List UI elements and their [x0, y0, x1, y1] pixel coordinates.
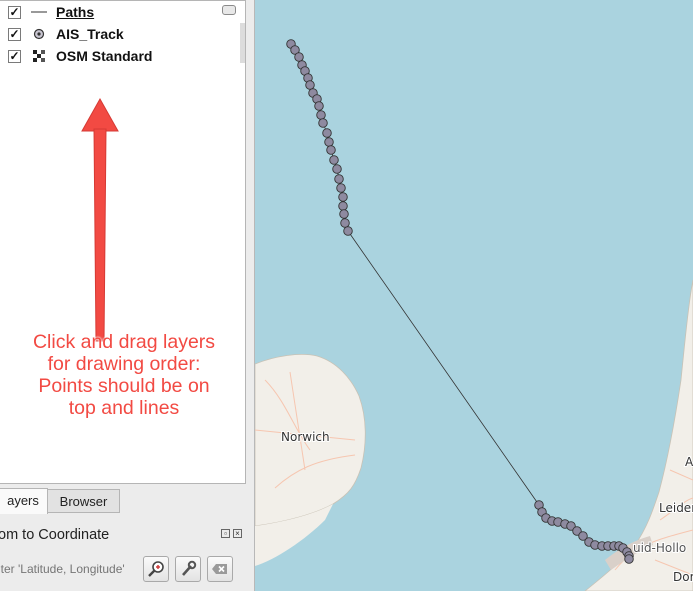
ais-track-point	[339, 209, 349, 219]
label-norwich: Norwich	[281, 430, 330, 444]
label-zuid-holland: uid-Hollo	[633, 541, 686, 555]
layer-name-paths: Paths	[56, 4, 95, 20]
layer-tree[interactable]: ✓ Paths ✓ AIS_Track ✓ OSM Standard Click…	[0, 0, 246, 484]
wrench-icon	[182, 560, 197, 576]
zoom-to-coordinate-header: om to Coordinate ▫ ×	[0, 524, 246, 546]
ais-track-point	[624, 554, 634, 564]
up-arrow-icon	[81, 97, 119, 342]
layers-panel: ✓ Paths ✓ AIS_Track ✓ OSM Standard Click…	[0, 0, 255, 591]
label-dor: Dor	[673, 570, 693, 584]
ais-track-point	[338, 192, 348, 202]
float-panel-icon[interactable]: ▫	[221, 529, 230, 538]
settings-button[interactable]	[175, 556, 201, 582]
ais-track-point	[332, 164, 342, 174]
ais-track-point	[326, 145, 336, 155]
map-canvas[interactable]: Norwich A Leider uid-Hollo Dor	[255, 0, 693, 591]
ais-track-point	[343, 226, 353, 236]
label-leiden: Leider	[659, 501, 693, 515]
ais-track-point	[336, 183, 346, 193]
group-toggle-icon[interactable]	[222, 5, 236, 15]
zoom-magnifier-icon	[148, 561, 164, 577]
ais-track-point	[316, 110, 326, 120]
tab-layers[interactable]: ayers	[0, 488, 48, 514]
ais-track-point	[318, 118, 328, 128]
panel-tabs: ayers Browser	[0, 488, 246, 514]
tab-browser[interactable]: Browser	[47, 489, 120, 513]
zoom-to-button[interactable]	[143, 556, 169, 582]
close-panel-icon[interactable]: ×	[233, 529, 242, 538]
clear-icon	[212, 564, 227, 574]
layer-tree-scrollbar[interactable]	[240, 23, 245, 63]
line-icon	[31, 11, 47, 13]
annotation-text: Click and drag layers for drawing order:…	[32, 331, 216, 419]
panel-title: om to Coordinate	[0, 527, 110, 543]
ais-track-point	[322, 128, 332, 138]
ais-track-point	[305, 80, 315, 90]
layer-item-osm-standard[interactable]: ✓ OSM Standard	[0, 46, 240, 66]
layer-name-ais-track: AIS_Track	[56, 26, 124, 42]
label-a: A	[685, 455, 693, 469]
raster-icon	[33, 50, 45, 62]
ais-track-point	[324, 137, 334, 147]
zoom-input-row	[0, 556, 246, 584]
ais-track-point	[338, 201, 348, 211]
layer-item-paths[interactable]: ✓ Paths	[0, 2, 240, 22]
coordinate-input[interactable]	[0, 559, 138, 579]
layer-item-ais-track[interactable]: ✓ AIS_Track	[0, 24, 240, 44]
ais-track-point	[334, 174, 344, 184]
layer-checkbox-osm-standard[interactable]: ✓	[8, 49, 21, 63]
ais-track-point	[340, 218, 350, 228]
point-icon	[33, 28, 45, 40]
layer-checkbox-ais-track[interactable]: ✓	[8, 27, 21, 41]
layer-name-osm-standard: OSM Standard	[56, 48, 153, 64]
layer-checkbox-paths[interactable]: ✓	[8, 5, 21, 19]
ais-track-point	[329, 155, 339, 165]
clear-button[interactable]	[207, 556, 233, 582]
ais-track-point	[314, 101, 324, 111]
ais-track-point	[294, 52, 304, 62]
